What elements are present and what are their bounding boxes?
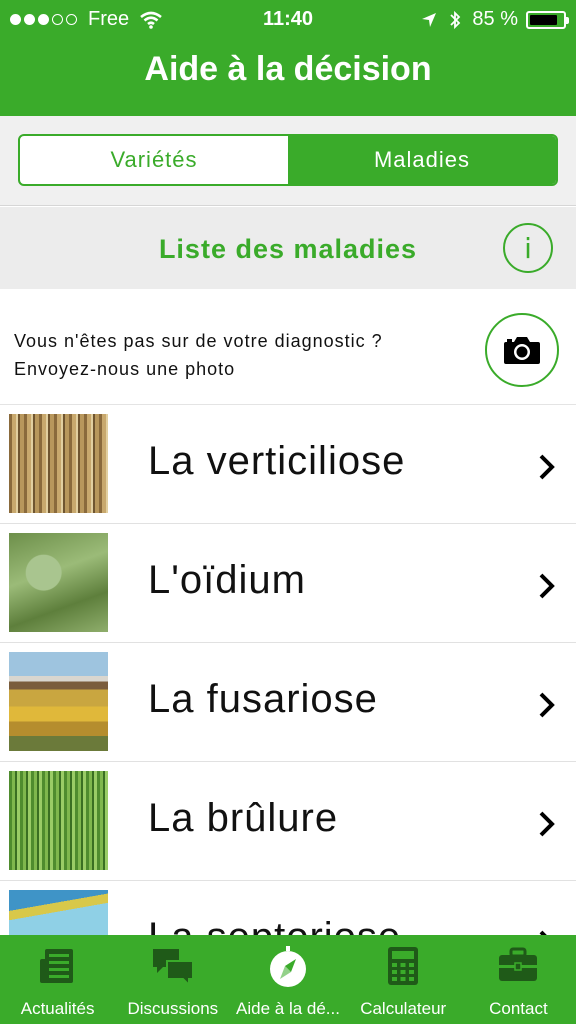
status-bar: Free 11:40 85 % <box>0 0 576 40</box>
list-item-label: L'oïdium <box>148 558 306 602</box>
battery-icon <box>526 10 569 29</box>
chevron-right-icon <box>539 454 555 480</box>
bluetooth-icon <box>450 10 461 29</box>
tab-label: Discussions <box>127 999 219 1018</box>
tab-contact[interactable]: Contact <box>461 935 576 1024</box>
diagnostic-line-1: Vous n'êtes pas sur de votre diagnostic … <box>14 331 383 351</box>
battery-percentage: 85 % <box>472 8 518 30</box>
newspaper-icon <box>39 949 73 983</box>
chevron-right-icon <box>539 692 555 718</box>
segment-varietes[interactable]: Variétés <box>20 136 288 184</box>
tab-label: Aide à la dé... <box>236 999 340 1018</box>
diagnostic-line-2: Envoyez-nous une photo <box>14 359 236 379</box>
field-sky-photo <box>9 890 108 935</box>
list-item[interactable]: La fusariose <box>0 643 576 762</box>
chat-bubbles-icon <box>152 949 194 987</box>
disease-list: La verticiliose L'oïdium La fusariose La… <box>0 405 576 935</box>
segmented-control: Variétés Maladies <box>18 134 558 186</box>
tab-calculateur[interactable]: Calculateur <box>346 935 461 1024</box>
diagnostic-text: Vous n'êtes pas sur de votre diagnostic … <box>14 327 383 383</box>
tab-label: Calculateur <box>360 999 447 1018</box>
app-header: Free 11:40 85 % Aide à la décision <box>0 0 576 116</box>
list-item[interactable]: La verticiliose <box>0 405 576 524</box>
segment-maladies[interactable]: Maladies <box>288 136 556 184</box>
chevron-right-icon <box>539 573 555 599</box>
section-header: Liste des maladies <box>0 207 576 289</box>
tab-label: Actualités <box>20 999 95 1018</box>
calculator-icon <box>388 947 419 985</box>
list-item-label: La verticiliose <box>148 439 406 483</box>
list-item[interactable]: L'oïdium <box>0 524 576 643</box>
tab-aide-decision[interactable]: Aide à la dé... <box>230 935 345 1024</box>
list-item[interactable]: La brûlure <box>0 762 576 881</box>
list-item-label: La fusariose <box>148 677 378 721</box>
list-item-label: La septoriose <box>148 915 401 935</box>
location-arrow-icon <box>422 12 437 27</box>
briefcase-icon <box>499 947 538 981</box>
flax-plant-photo <box>9 533 108 632</box>
battery-level <box>530 14 558 25</box>
tab-bar: Actualités Discussions Aide à la dé... C… <box>0 935 576 1024</box>
diagnostic-banner: Vous n'êtes pas sur de votre diagnostic … <box>0 289 576 405</box>
info-button[interactable]: i <box>503 223 553 273</box>
tab-label: Contact <box>489 999 548 1018</box>
flax-stems-photo <box>9 414 108 513</box>
camera-icon <box>504 337 540 364</box>
status-right: 85 % <box>420 8 569 31</box>
compass-icon <box>270 946 306 987</box>
camera-button[interactable] <box>485 313 559 387</box>
tab-actualites[interactable]: Actualités <box>0 935 115 1024</box>
list-item[interactable]: La septoriose <box>0 881 576 935</box>
list-item-label: La brûlure <box>148 796 339 840</box>
info-icon: i <box>524 231 532 265</box>
segmented-control-area: Variétés Maladies <box>0 116 576 206</box>
green-stems-photo <box>9 771 108 870</box>
chevron-right-icon <box>539 811 555 837</box>
tab-discussions[interactable]: Discussions <box>115 935 230 1024</box>
section-title: Liste des maladies <box>158 234 418 264</box>
page-title: Aide à la décision <box>144 50 432 88</box>
flax-field-photo <box>9 652 108 751</box>
